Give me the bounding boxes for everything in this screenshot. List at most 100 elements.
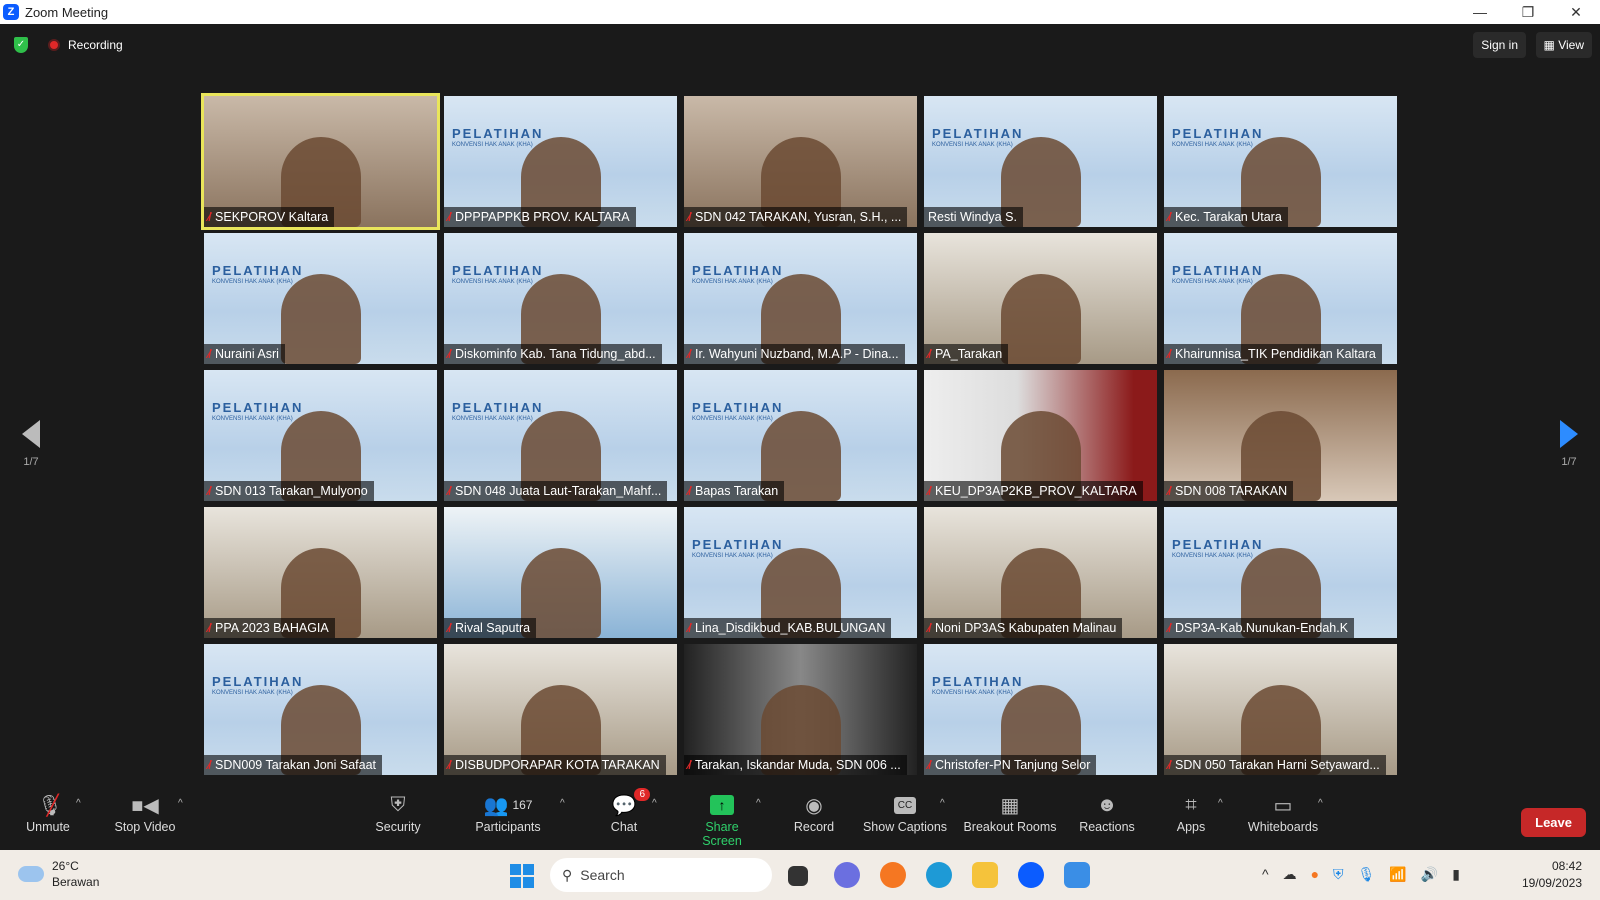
- video-tile[interactable]: ⁄̸ SEKPOROV Kaltara: [201, 93, 440, 230]
- participants-label: Participants: [475, 820, 541, 834]
- microphone-icon[interactable]: 🎙: [1358, 866, 1376, 883]
- meeting-top-bar: ✓ Recording Sign in ▦ View: [0, 24, 1600, 66]
- video-tile[interactable]: PELATIHAN KONVENSI HAK ANAK (KHA) ⁄̸ Bapas …: [684, 370, 917, 501]
- arrow-left-icon: [22, 420, 40, 448]
- video-tile[interactable]: ⁄̸ Noni DP3AS Kabupaten Malinau: [924, 507, 1157, 638]
- whiteboards-label: Whiteboards: [1247, 820, 1319, 834]
- reactions-button[interactable]: ☻ Reactions: [1078, 790, 1136, 835]
- record-button[interactable]: ◉ Record: [790, 790, 838, 835]
- avast-icon[interactable]: ●: [1311, 866, 1319, 883]
- video-tile[interactable]: ⁄̸ PPA 2023 BAHAGIA: [204, 507, 437, 638]
- clock[interactable]: 08:42 19/09/2023: [1522, 858, 1582, 892]
- video-tile[interactable]: PELATIHAN KONVENSI HAK ANAK (KHA) ⁄̸ Khairu…: [1164, 233, 1397, 364]
- show-captions-button[interactable]: CC Show Captions: [862, 790, 948, 834]
- slide-title: PELATIHAN: [932, 126, 1024, 141]
- restore-button[interactable]: ❐: [1504, 0, 1552, 24]
- unmute-button[interactable]: 🎙 ╱ Unmute: [22, 790, 74, 835]
- muted-mic-icon: ⁄̸: [208, 621, 211, 635]
- video-tile[interactable]: ⁄̸ Tarakan, Iskandar Muda, SDN 006 ...: [684, 644, 917, 775]
- battery-icon[interactable]: ▮: [1452, 866, 1460, 883]
- video-tile[interactable]: PELATIHAN KONVENSI HAK ANAK (KHA) ⁄̸ Nurain…: [204, 233, 437, 364]
- video-tile[interactable]: PELATIHAN KONVENSI HAK ANAK (KHA) ⁄̸ SDN 04…: [444, 370, 677, 501]
- participant-name: SDN009 Tarakan Joni Safaat: [215, 758, 376, 772]
- muted-mic-icon: ⁄̸: [928, 347, 931, 361]
- apps-caret[interactable]: ^: [1218, 798, 1223, 809]
- video-tile[interactable]: PELATIHAN KONVENSI HAK ANAK (KHA) ⁄̸ DSP3A-…: [1164, 507, 1397, 638]
- whiteboards-caret[interactable]: ^: [1318, 798, 1323, 809]
- leave-button[interactable]: Leave: [1521, 808, 1586, 837]
- weather-widget[interactable]: 26°C Berawan: [18, 858, 99, 890]
- video-tile[interactable]: ⁄̸ SDN 042 TARAKAN, Yusran, S.H., ...: [684, 96, 917, 227]
- video-tile[interactable]: ⁄̸ SDN 008 TARAKAN: [1164, 370, 1397, 501]
- breakout-rooms-button[interactable]: ▦ Breakout Rooms: [962, 790, 1058, 835]
- security-button[interactable]: ⛨ Security: [372, 790, 424, 835]
- participants-icon: 👥 167: [483, 794, 533, 817]
- slide-subtitle: KONVENSI HAK ANAK (KHA): [932, 690, 1013, 696]
- captions-caret[interactable]: ^: [940, 798, 945, 809]
- share-caret[interactable]: ^: [756, 798, 761, 809]
- video-tile[interactable]: PELATIHAN KONVENSI HAK ANAK (KHA) ⁄̸ Ir. Wa…: [684, 233, 917, 364]
- windows-start-icon[interactable]: [510, 864, 534, 888]
- video-tile[interactable]: ⁄̸ Rival Saputra: [444, 507, 677, 638]
- apps-button[interactable]: ⌗ Apps: [1174, 790, 1208, 835]
- chat-caret[interactable]: ^: [652, 798, 657, 809]
- firefox-icon[interactable]: [880, 862, 906, 888]
- muted-mic-icon: ⁄̸: [448, 621, 451, 635]
- participant-name: DSP3A-Kab.Nunukan-Endah.K: [1175, 621, 1349, 635]
- file-explorer-icon[interactable]: [972, 862, 998, 888]
- video-tile[interactable]: ⁄̸ KEU_DP3AP2KB_PROV_KALTARA: [924, 370, 1157, 501]
- stop-video-button[interactable]: ■◀ Stop Video: [110, 790, 180, 835]
- volume-icon[interactable]: 🔊: [1421, 866, 1438, 883]
- participants-caret[interactable]: ^: [560, 798, 565, 809]
- onedrive-cloud-icon[interactable]: ☁: [1283, 866, 1297, 883]
- muted-mic-icon: ⁄̸: [1168, 210, 1171, 224]
- teams-chat-icon[interactable]: [834, 862, 860, 888]
- chat-label: Chat: [610, 820, 638, 834]
- recording-label: Recording: [68, 38, 123, 52]
- minimize-button[interactable]: —: [1456, 0, 1504, 24]
- wifi-icon[interactable]: 📶: [1389, 866, 1406, 883]
- slide-subtitle: KONVENSI HAK ANAK (KHA): [452, 142, 533, 148]
- whiteboard-icon: ▭: [1273, 794, 1293, 817]
- video-tile[interactable]: PELATIHAN KONVENSI HAK ANAK (KHA) ⁄̸ Diskom…: [444, 233, 677, 364]
- sign-in-button[interactable]: Sign in: [1473, 32, 1526, 58]
- participant-name: SEKPOROV Kaltara: [215, 210, 329, 224]
- taskbar-search[interactable]: ⚲ Search: [550, 858, 772, 892]
- recording-indicator[interactable]: Recording: [48, 38, 123, 52]
- previous-page-button[interactable]: 1/7: [16, 420, 46, 468]
- muted-mic-icon: ⁄̸: [688, 621, 691, 635]
- security-warning-icon[interactable]: ⛨: [1333, 866, 1344, 883]
- participant-name: SDN 008 TARAKAN: [1175, 484, 1288, 498]
- muted-mic-icon: ⁄̸: [448, 484, 451, 498]
- video-tile[interactable]: PELATIHAN KONVENSI HAK ANAK (KHA) ⁄̸ DPPPAP…: [444, 96, 677, 227]
- close-button[interactable]: ✕: [1552, 0, 1600, 24]
- apps-icon: ⌗: [1185, 793, 1197, 816]
- video-tile[interactable]: PELATIHAN KONVENSI HAK ANAK (KHA) ⁄̸ SDN 01…: [204, 370, 437, 501]
- video-tile[interactable]: PELATIHAN KONVENSI HAK ANAK (KHA) ⁄̸ Christ…: [924, 644, 1157, 775]
- video-tile[interactable]: ⁄̸ PA_Tarakan: [924, 233, 1157, 364]
- share-arrow-icon: ↑: [710, 795, 734, 815]
- unmute-label: Unmute: [26, 820, 70, 834]
- chevron-up-icon[interactable]: ^: [1262, 866, 1269, 883]
- encryption-shield-icon[interactable]: ✓: [14, 37, 28, 53]
- windows-taskbar: 26°C Berawan ⚲ Search ^ ☁ ● ⛨ 🎙 📶 🔊 ▮ 08:4…: [0, 850, 1600, 900]
- next-page-button[interactable]: 1/7: [1554, 420, 1584, 468]
- view-button[interactable]: ▦ View: [1535, 32, 1592, 58]
- audio-options-caret[interactable]: ^: [76, 798, 81, 809]
- video-tile[interactable]: ⁄̸ DISBUDPORAPAR KOTA TARAKAN: [444, 644, 677, 775]
- video-tile[interactable]: PELATIHAN KONVENSI HAK ANAK (KHA) ⁄̸ Kec. T…: [1164, 96, 1397, 227]
- share-screen-button[interactable]: ↑ Share Screen: [684, 790, 760, 848]
- photos-icon[interactable]: [1064, 862, 1090, 888]
- chat-button[interactable]: 💬 6 Chat: [606, 788, 650, 834]
- video-tile[interactable]: PELATIHAN KONVENSI HAK ANAK (KHA) ⁄̸ SDN009…: [204, 644, 437, 775]
- participants-button[interactable]: 👥 167 Participants: [472, 790, 544, 835]
- zoom-app-icon[interactable]: [1018, 862, 1044, 888]
- video-tile[interactable]: PELATIHAN KONVENSI HAK ANAK (KHA) Resti Wi…: [924, 96, 1157, 227]
- video-tile[interactable]: ⁄̸ SDN 050 Tarakan Harni Setyaward...: [1164, 644, 1397, 775]
- video-options-caret[interactable]: ^: [178, 798, 183, 809]
- whiteboards-button[interactable]: ▭ Whiteboards: [1246, 790, 1320, 835]
- task-view-icon[interactable]: [788, 866, 808, 886]
- muted-mic-icon: ⁄̸: [1168, 347, 1171, 361]
- edge-icon[interactable]: [926, 862, 952, 888]
- video-tile[interactable]: PELATIHAN KONVENSI HAK ANAK (KHA) ⁄̸ Lina_D…: [684, 507, 917, 638]
